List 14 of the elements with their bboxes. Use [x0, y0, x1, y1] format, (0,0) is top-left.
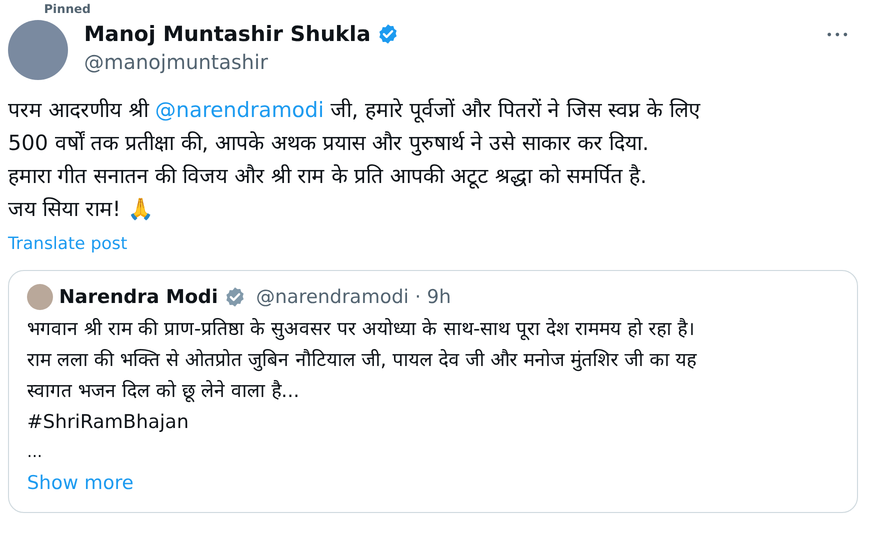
author-handle[interactable]: @manojmuntashir [84, 48, 399, 76]
avatar [27, 284, 53, 310]
separator-dot: · [414, 285, 421, 310]
post-text: परम आदरणीय श्री @narendramodi जी, हमारे पूर्वजों और पितरों ने जिस स्वप्न के लिए 500 वर्षों तक प्रतीक्षा की, आपके अथक प्रयास और पुरुषार्थ ने उसे साकार कर दिया. हमारा गीत सनातन की विजय और श्री राम के प्रति आपकी अटूट श्रद्धा को समर्पित है. जय सिया राम! 🙏 [8, 97, 702, 223]
more-button[interactable]: ••• [826, 26, 850, 44]
ellipsis: ... [27, 440, 42, 462]
post-time: 9h [426, 285, 451, 310]
hashtag-link[interactable]: #ShriRamBhajan [27, 406, 189, 438]
quote-author-handle: @narendramodi [256, 285, 409, 310]
quote-text: भगवान श्री राम की प्राण-प्रतिष्ठा के सुअवसर पर अयोध्या के साथ-साथ पूरा देश राममय हो रहा है। राम लला की भक्ति से ओतप्रोत जुबिन नौटियाल जी, पायल देव जी और मनोज मुंतशिर जी का यह स्वागत भजन दिल को छू लेने वाला है... [27, 316, 698, 404]
author-name[interactable]: Manoj Muntashir Shukla [84, 20, 371, 48]
quote-card[interactable] [8, 270, 858, 512]
quote-author-name: Narendra Modi [59, 285, 218, 310]
pinned-label: Pinned [44, 2, 91, 16]
